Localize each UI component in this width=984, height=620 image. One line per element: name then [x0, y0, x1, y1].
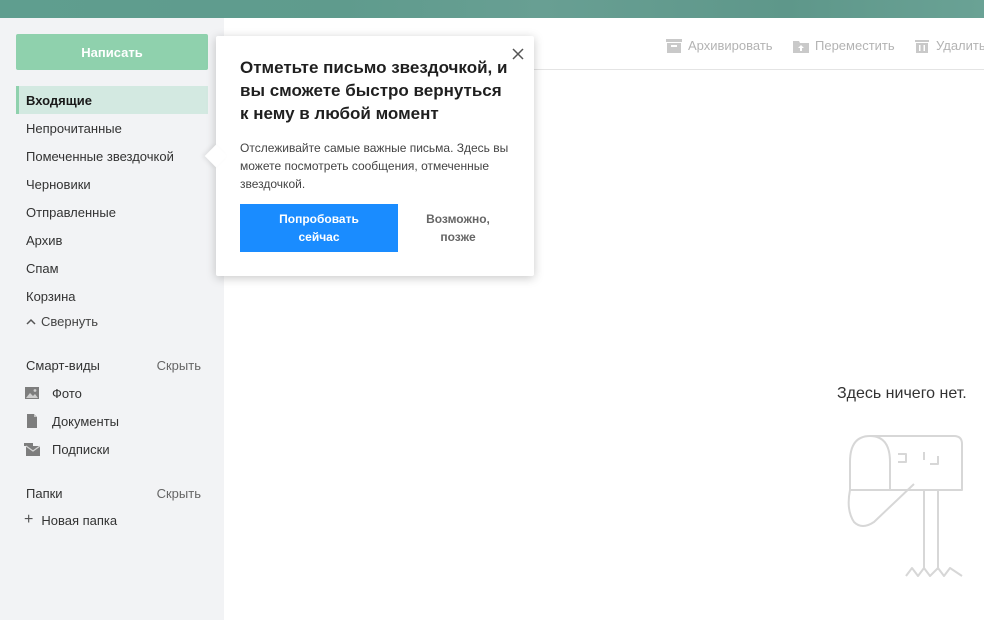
new-folder-button[interactable]: + Новая папка — [24, 512, 117, 528]
smart-view-documents-label: Документы — [52, 413, 120, 429]
smart-views-hide-link[interactable]: Скрыть — [157, 358, 201, 373]
move-label: Переместить — [815, 38, 895, 53]
collapse-label: Свернуть — [41, 314, 99, 329]
smart-views-header: Смарт-виды Скрыть — [26, 358, 201, 373]
document-icon — [27, 414, 37, 428]
compose-button[interactable]: Написать — [16, 34, 208, 70]
sidebar-item-sent[interactable]: Отправленные — [16, 198, 208, 226]
collapse-link[interactable]: Свернуть — [26, 314, 98, 329]
popover-title: Отметьте письмо звездочкой, и вы сможете… — [240, 58, 508, 123]
new-folder-label: Новая папка — [41, 512, 118, 528]
sidebar-item-unread[interactable]: Непрочитанные — [16, 114, 208, 142]
mailbox-illustration — [847, 435, 963, 577]
delete-label: Удалить — [936, 38, 984, 53]
sidebar-item-spam[interactable]: Спам — [16, 254, 208, 282]
empty-state-text: Здесь ничего нет. — [837, 385, 967, 402]
sidebar-item-drafts[interactable]: Черновики — [16, 170, 208, 198]
smart-view-subscriptions-label: Подписки — [52, 441, 110, 457]
move-icon — [793, 40, 809, 53]
move-button[interactable]: Переместить — [793, 38, 895, 53]
sidebar-item-starred[interactable]: Помеченные звездочкой — [16, 142, 208, 170]
maybe-later-button[interactable]: Возможно, позже — [414, 204, 502, 252]
smart-views-title: Смарт-виды — [26, 358, 100, 373]
try-now-button[interactable]: Попробовать сейчас — [240, 204, 398, 252]
photo-icon — [25, 387, 39, 399]
sidebar-item-trash[interactable]: Корзина — [16, 282, 208, 310]
popover-description: Отслеживайте самые важные письма. Здесь … — [240, 141, 509, 191]
starred-tip-popover: Отметьте письмо звездочкой, и вы сможете… — [204, 36, 534, 276]
sidebar-item-inbox[interactable]: Входящие — [16, 86, 208, 114]
trash-icon — [915, 39, 929, 53]
folders-hide-link[interactable]: Скрыть — [157, 486, 201, 501]
sidebar-item-archive[interactable]: Архив — [16, 226, 208, 254]
top-banner — [0, 0, 984, 18]
plus-icon: + — [24, 511, 34, 528]
subscriptions-icon — [24, 443, 40, 456]
delete-button[interactable]: Удалить — [914, 38, 984, 53]
folders-header: Папки Скрыть — [26, 486, 201, 501]
smart-view-subscriptions[interactable]: Подписки — [24, 441, 110, 457]
smart-view-photo-label: Фото — [52, 385, 82, 401]
close-icon[interactable] — [510, 46, 526, 62]
sidebar: Написать Входящие Непрочитанные Помеченн… — [0, 18, 224, 620]
chevron-up-icon — [26, 318, 36, 325]
smart-view-photo[interactable]: Фото — [24, 385, 82, 401]
archive-label: Архивировать — [688, 38, 773, 53]
smart-view-documents[interactable]: Документы — [24, 413, 119, 429]
archive-button[interactable]: Архивировать — [666, 38, 773, 53]
archive-icon — [666, 38, 682, 53]
folders-title: Папки — [26, 486, 63, 501]
